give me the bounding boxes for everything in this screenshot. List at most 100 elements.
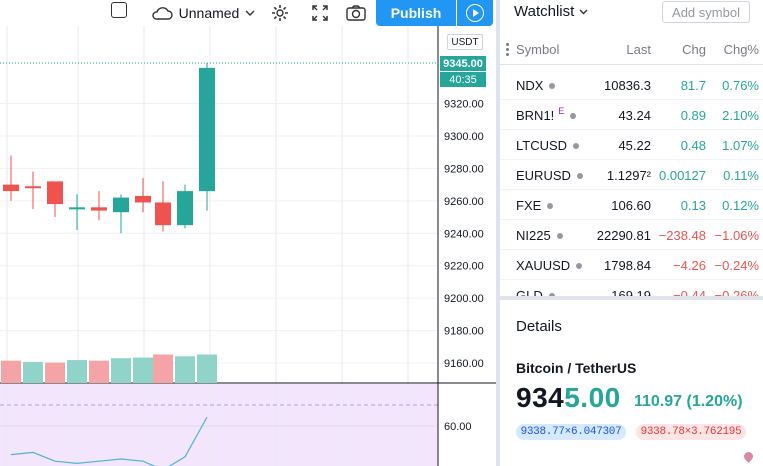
- volume-bar: [153, 354, 173, 383]
- col-chg-pct[interactable]: Chg%: [724, 42, 759, 57]
- bar-countdown: 40:35: [440, 72, 486, 87]
- indicator-pane: [0, 384, 438, 466]
- details-divider[interactable]: [500, 296, 763, 300]
- watchlist-title-button[interactable]: Watchlist: [514, 3, 588, 20]
- watchlist-row[interactable]: NI225 22290.81 −238.48 −1.06%: [500, 220, 763, 250]
- price-tick-label: 9300.00: [444, 131, 484, 143]
- status-dot-icon: [547, 202, 554, 209]
- price-tick-label: 9200.00: [444, 293, 484, 305]
- watchlist-last: 1.1297²: [606, 168, 651, 183]
- right-panel: Watchlist Add symbol Symbol Last Chg Chg…: [500, 0, 763, 466]
- status-dot-icon: [556, 232, 563, 239]
- volume-bar: [67, 360, 87, 383]
- price-tick-label: 9220.00: [444, 261, 484, 273]
- event-badge: E: [558, 105, 565, 116]
- watchlist-rows: NDX 10836.3 81.7 0.76% BRN1! E 43.24 0.89 2.10% L…: [500, 70, 763, 298]
- status-dot-icon: [570, 112, 577, 119]
- watchlist-last: 22290.81: [596, 228, 651, 243]
- watchlist-row[interactable]: FXE 106.60 0.13 0.12%: [500, 190, 763, 220]
- candle-body: [155, 202, 171, 226]
- chart-type-icon[interactable]: [106, 0, 132, 20]
- watchlist-header: Watchlist Add symbol: [500, 0, 763, 28]
- price-tail: 5.00: [564, 382, 621, 413]
- candle-body: [91, 207, 107, 211]
- camera-icon[interactable]: [342, 0, 370, 21]
- watchlist-title: Watchlist: [514, 3, 575, 20]
- watchlist-chg-pct: 2.10%: [722, 108, 759, 123]
- volume-bar: [1, 360, 21, 383]
- volume-bar: [175, 356, 195, 383]
- watchlist-row[interactable]: XAUUSD 1798.84 −4.26 −0.24%: [500, 250, 763, 280]
- watchlist-chg-pct: 0.12%: [722, 198, 759, 213]
- add-symbol-button[interactable]: Add symbol: [662, 1, 750, 23]
- candle-body: [69, 207, 85, 210]
- details-title: Details: [516, 318, 562, 335]
- status-dot-icon: [549, 82, 556, 89]
- watchlist-symbol: LTCUSD: [516, 138, 580, 153]
- watchlist-symbol: NI225: [516, 228, 563, 243]
- volume-bar: [111, 358, 131, 383]
- col-symbol[interactable]: Symbol: [516, 42, 559, 57]
- watchlist-chg: 0.00127: [659, 168, 706, 183]
- watchlist-chg-pct: −1.06%: [714, 228, 759, 243]
- volume-bar: [133, 357, 153, 383]
- volume-bar: [89, 360, 109, 383]
- watchlist-row[interactable]: LTCUSD 45.22 0.48 1.07%: [500, 130, 763, 160]
- watchlist-symbol: EURUSD: [516, 168, 583, 183]
- price-chart[interactable]: 9320.00 9300.00 9280.00 9260.00 9240.00 9220.…: [0, 26, 496, 466]
- watchlist-chg: 0.13: [680, 198, 706, 213]
- divider: [500, 64, 763, 65]
- last-price-label: 9345.00: [440, 56, 486, 71]
- watchlist-row[interactable]: EURUSD 1.1297² 0.00127 0.11%: [500, 160, 763, 190]
- candle-body: [135, 195, 151, 203]
- watchlist-symbol: XAUUSD: [516, 258, 583, 273]
- candle-body: [25, 186, 41, 189]
- price-tick-label: 9240.00: [444, 228, 484, 240]
- cloud-icon: [151, 7, 173, 20]
- fullscreen-icon[interactable]: [306, 0, 334, 21]
- watchlist-columns: Symbol Last Chg Chg%: [500, 38, 763, 60]
- play-icon[interactable]: [457, 0, 493, 26]
- watchlist-chg: 0.48: [680, 138, 706, 153]
- watchlist-symbol: NDX: [516, 78, 556, 93]
- watchlist-row[interactable]: NDX 10836.3 81.7 0.76%: [500, 70, 763, 100]
- price-tick-label: 9180.00: [444, 326, 484, 338]
- watchlist-chg-pct: 0.76%: [722, 78, 759, 93]
- chevron-down-icon: [245, 10, 255, 16]
- watchlist-chg-pct: 1.07%: [722, 138, 759, 153]
- watchlist-chg: −4.26: [673, 258, 706, 273]
- candle-body: [177, 191, 193, 226]
- candle-body: [113, 197, 129, 213]
- col-last[interactable]: Last: [626, 42, 651, 57]
- candle-body: [199, 67, 215, 192]
- status-dot-icon: [576, 262, 583, 269]
- chevron-down-icon: [579, 9, 588, 15]
- watchlist-chg-pct: 0.11%: [723, 168, 759, 183]
- watchlist-chg: 0.89: [680, 108, 706, 123]
- layout-name: Unnamed: [178, 5, 240, 21]
- ask-badge: 9338.78×3.762195: [636, 424, 746, 440]
- col-chg[interactable]: Chg: [682, 42, 706, 57]
- watchlist-last: 43.24: [618, 108, 651, 123]
- status-dot-icon: [573, 142, 580, 149]
- drag-handle-icon[interactable]: [506, 43, 510, 58]
- volume-bar: [45, 362, 65, 383]
- price-tick-label: 9160.00: [444, 358, 484, 370]
- price-main: 934: [516, 382, 565, 413]
- status-dot-icon: [576, 172, 583, 179]
- watchlist-last: 106.60: [611, 198, 651, 213]
- watchlist-chg: −238.48: [658, 228, 706, 243]
- publish-button[interactable]: Publish: [376, 0, 456, 26]
- price-change: 110.97 (1.20%): [634, 393, 743, 410]
- pin-icon[interactable]: [742, 450, 755, 463]
- price-tick-label: 9320.00: [444, 99, 484, 111]
- bid-badge: 9338.77×6.047307: [516, 424, 626, 440]
- watchlist-last: 45.22: [618, 138, 651, 153]
- layout-name-button[interactable]: Unnamed: [144, 0, 262, 21]
- watchlist-row[interactable]: BRN1! E 43.24 0.89 2.10%: [500, 100, 763, 130]
- watchlist-chg: 81.7: [680, 78, 706, 93]
- chart-canvas[interactable]: 9320.00 9300.00 9280.00 9260.00 9240.00 9220.…: [0, 26, 496, 466]
- gear-icon[interactable]: [266, 0, 294, 21]
- currency-badge[interactable]: USDT: [447, 34, 483, 50]
- watchlist-chg-pct: −0.24%: [714, 258, 759, 273]
